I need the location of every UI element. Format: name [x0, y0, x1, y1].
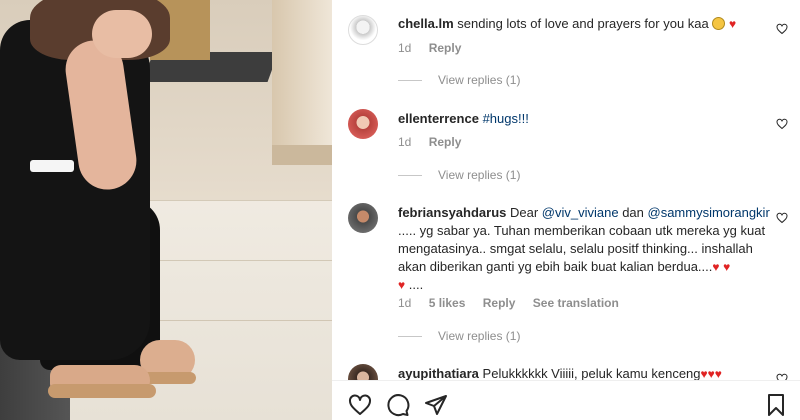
- comment-meta: 1d Reply: [398, 135, 475, 149]
- comment-mention[interactable]: @sammysimorangkir: [648, 205, 770, 220]
- comment-time: 1d: [398, 41, 412, 55]
- reply-button[interactable]: Reply: [429, 135, 462, 149]
- comment-username[interactable]: ellenterrence: [398, 111, 479, 126]
- comment-text: Pelukkkkkk Viiiii, peluk kamu kenceng: [482, 366, 701, 380]
- red-heart-emoji-icon: ♥: [723, 260, 731, 274]
- avatar[interactable]: [348, 203, 378, 233]
- paper-plane-icon[interactable]: [424, 393, 448, 417]
- view-replies-label[interactable]: View replies (1): [438, 73, 520, 87]
- red-heart-emoji-icon: ♥: [712, 260, 720, 274]
- comment-text-end: ....: [408, 277, 424, 292]
- avatar[interactable]: [348, 109, 378, 139]
- comment-body: febriansyahdarus Dear @viv_viviane dan @…: [398, 204, 778, 294]
- post-action-bar: [332, 380, 800, 420]
- photo-person-hand: [92, 10, 152, 58]
- comment-meta: 1d 5 likes Reply See translation: [398, 296, 633, 310]
- red-heart-emoji-icon: ♥: [707, 367, 715, 380]
- view-replies-line: [398, 174, 422, 176]
- view-replies-label[interactable]: View replies (1): [438, 168, 520, 182]
- comment-body: ayupithatiara Pelukkkkkk Viiiii, peluk k…: [398, 365, 778, 380]
- comment-hashtag[interactable]: #hugs!!!: [483, 111, 529, 126]
- comment-time: 1d: [398, 296, 412, 310]
- red-heart-emoji-icon: ♥: [714, 367, 722, 380]
- comment-body: chella.lm sending lots of love and praye…: [398, 15, 778, 33]
- view-replies-button[interactable]: View replies (1): [398, 168, 520, 182]
- comment-text-mid: dan: [618, 205, 648, 220]
- photo-phone: [30, 160, 74, 172]
- red-heart-emoji-icon: ♥: [398, 278, 406, 292]
- red-heart-emoji-icon: ♥: [700, 367, 708, 380]
- photo-pillar: [272, 0, 332, 165]
- like-comment-heart-icon[interactable]: [776, 22, 788, 35]
- see-translation-button[interactable]: See translation: [533, 296, 619, 310]
- comment-bubble-icon[interactable]: [386, 393, 410, 417]
- reply-button[interactable]: Reply: [429, 41, 462, 55]
- comment-text: sending lots of love and prayers for you…: [457, 16, 709, 31]
- view-replies-button[interactable]: View replies (1): [398, 73, 520, 87]
- comment-username[interactable]: chella.lm: [398, 16, 454, 31]
- photo-pillar-base: [272, 145, 332, 165]
- like-comment-heart-icon[interactable]: [776, 211, 788, 224]
- like-comment-heart-icon[interactable]: [776, 372, 788, 380]
- view-replies-line: [398, 335, 422, 337]
- comment-username[interactable]: febriansyahdarus: [398, 205, 506, 220]
- avatar[interactable]: [348, 15, 378, 45]
- red-heart-emoji-icon: ♥: [729, 17, 737, 31]
- photo-sandal: [48, 384, 156, 398]
- comment-text-pre: Dear: [510, 205, 542, 220]
- avatar[interactable]: [348, 364, 378, 380]
- comment-mention[interactable]: @viv_viviane: [542, 205, 619, 220]
- post-photo: [0, 0, 332, 420]
- comment-body: ellenterrence #hugs!!!: [398, 110, 778, 127]
- reply-button[interactable]: Reply: [483, 296, 516, 310]
- like-comment-heart-icon[interactable]: [776, 117, 788, 130]
- comment-username[interactable]: ayupithatiara: [398, 366, 479, 380]
- bookmark-icon[interactable]: [764, 393, 788, 417]
- heart-outline-icon[interactable]: [348, 393, 372, 417]
- view-replies-button[interactable]: View replies (1): [398, 329, 520, 343]
- view-replies-label[interactable]: View replies (1): [438, 329, 520, 343]
- comment-text-post: ..... yg sabar ya. Tuhan memberikan coba…: [398, 223, 766, 274]
- comments-list[interactable]: chella.lm sending lots of love and praye…: [332, 0, 800, 380]
- comment-meta: 1d Reply: [398, 41, 475, 55]
- floor-line: [140, 320, 332, 321]
- disappointed-face-emoji-icon: [712, 17, 726, 30]
- comment-time: 1d: [398, 135, 412, 149]
- likes-count[interactable]: 5 likes: [429, 296, 466, 310]
- view-replies-line: [398, 79, 422, 81]
